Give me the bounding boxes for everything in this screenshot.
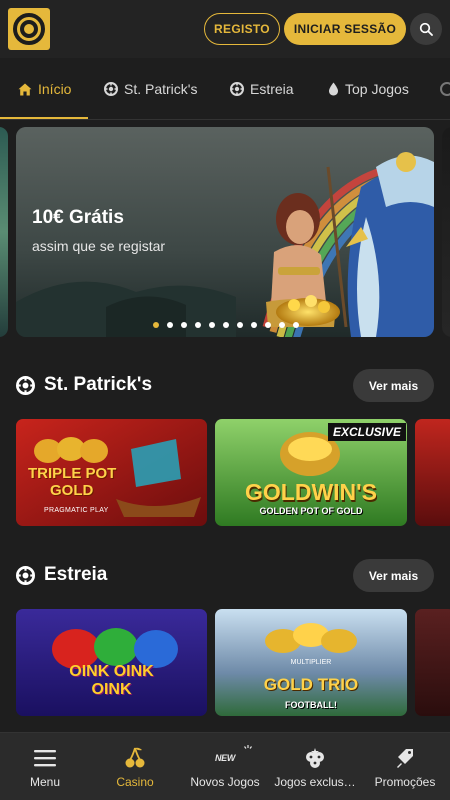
section-title-st-patricks: St. Patrick's: [16, 374, 152, 396]
login-button[interactable]: INICIAR SESSÃO: [284, 13, 406, 45]
search-button[interactable]: [410, 13, 442, 45]
section-title-text: Estreia: [44, 564, 108, 585]
carousel-dot[interactable]: [251, 322, 257, 328]
game-title: GOLDWIN'S: [245, 479, 377, 505]
game-card-goldwins[interactable]: EXCLUSIVE GOLDWIN'S GOLDEN POT OF GOLD: [215, 419, 407, 526]
brand-logo[interactable]: [8, 8, 50, 50]
game-card-oink-oink-oink[interactable]: OINK OINK OINK: [16, 609, 207, 716]
section-title-estreia: Estreia: [16, 564, 107, 586]
carousel-dots: [153, 322, 307, 328]
active-tab-indicator: [0, 117, 88, 119]
carousel-dot[interactable]: [237, 322, 243, 328]
carousel-dot[interactable]: [181, 322, 187, 328]
top-header: REGISTO INICIAR SESSÃO: [0, 0, 450, 58]
chip-icon: [230, 82, 244, 96]
carousel-dot[interactable]: [195, 322, 201, 328]
section-title-text: St. Patrick's: [44, 374, 153, 395]
nav-casino[interactable]: Casino: [90, 733, 180, 800]
banner-subtitle: assim que se registar: [32, 238, 166, 254]
chip-icon: [104, 82, 118, 96]
game-title: TRIPLE POT GOLD: [28, 465, 116, 499]
tab-label: Top Jogos: [345, 81, 409, 97]
promo-carousel[interactable]: 10€ Grátis assim que se registar: [0, 127, 450, 337]
carousel-dot[interactable]: [293, 322, 299, 328]
promo-banner[interactable]: 10€ Grátis assim que se registar: [16, 127, 434, 337]
tab-label: Estreia: [250, 81, 294, 97]
game-subtitle: GOLDEN POT OF GOLD: [259, 506, 363, 516]
nav-label: Promoções: [374, 775, 436, 789]
tag-icon: [397, 749, 413, 768]
tab-inicio[interactable]: Início: [18, 58, 72, 119]
register-button[interactable]: REGISTO: [204, 13, 280, 45]
carousel-dot[interactable]: [223, 322, 229, 328]
game-tag: MULTIPLIER: [290, 659, 332, 666]
category-tabs: Início St. Patrick's Estreia Top Jogos: [0, 58, 450, 120]
game-title: GOLD TRIO: [263, 675, 359, 694]
game-card-gold-trio[interactable]: MULTIPLIER GOLD TRIO FOOTBALL!: [215, 609, 407, 716]
nav-jogos-exclusivos[interactable]: Jogos exclus…: [270, 733, 360, 800]
see-more-button[interactable]: Ver mais: [353, 369, 434, 402]
new-icon: NEW: [214, 753, 236, 763]
nav-novos-jogos[interactable]: NEW Novos Jogos: [180, 733, 270, 800]
game-title-line: GOLD: [50, 482, 94, 499]
game-title-line: OINK OINK: [69, 663, 154, 680]
game-card-partial[interactable]: [415, 609, 450, 716]
tab-top-jogos[interactable]: Top Jogos: [328, 58, 409, 119]
nav-label: Jogos exclus…: [274, 775, 356, 789]
home-icon: [18, 83, 32, 95]
tab-label: St. Patrick's: [124, 81, 198, 97]
tab-estreia[interactable]: Estreia: [230, 58, 294, 119]
nav-promocoes[interactable]: Promoções: [360, 733, 450, 800]
carousel-dot[interactable]: [153, 322, 159, 328]
nav-menu[interactable]: Menu: [0, 733, 90, 800]
menu-icon: [34, 750, 56, 767]
bottom-navigation: Menu Casino NEW Novos Jogos Jogos exclus…: [0, 732, 450, 800]
tab-label: Início: [38, 81, 72, 97]
chip-icon: [16, 375, 35, 395]
game-card-triple-pot-gold[interactable]: TRIPLE POT GOLD PRAGMATIC PLAY: [16, 419, 207, 526]
banner-artwork: [16, 127, 434, 337]
game-subtitle: FOOTBALL!: [285, 700, 337, 710]
sparkle-icon: [243, 745, 252, 749]
game-title-line: TRIPLE POT: [28, 465, 117, 482]
dice-icon: [306, 748, 324, 768]
nav-label: Novos Jogos: [190, 775, 260, 789]
next-slide-peek[interactable]: [442, 127, 450, 337]
cherries-icon: [125, 747, 145, 768]
game-title-line: OINK: [91, 681, 132, 698]
tab-st-patricks[interactable]: St. Patrick's: [104, 58, 198, 119]
game-title: OINK OINK OINK: [26, 663, 197, 699]
logo-center: [20, 20, 38, 38]
chip-icon: [16, 565, 35, 585]
carousel-dot[interactable]: [279, 322, 285, 328]
nav-label: Casino: [116, 775, 154, 789]
carousel-dot[interactable]: [265, 322, 271, 328]
exclusive-badge: EXCLUSIVE: [328, 423, 407, 441]
see-more-button[interactable]: Ver mais: [353, 559, 434, 592]
game-card-partial[interactable]: [415, 419, 450, 526]
previous-slide-peek[interactable]: [0, 127, 8, 337]
banner-title: 10€ Grátis: [32, 207, 124, 228]
tab-more-partial[interactable]: [440, 58, 450, 119]
chip-icon: [440, 82, 450, 96]
carousel-dot[interactable]: [209, 322, 215, 328]
nav-label: Menu: [29, 775, 61, 789]
carousel-dot[interactable]: [167, 322, 173, 328]
drop-icon: [329, 82, 338, 96]
search-icon: [419, 22, 433, 36]
game-provider: PRAGMATIC PLAY: [44, 507, 109, 514]
